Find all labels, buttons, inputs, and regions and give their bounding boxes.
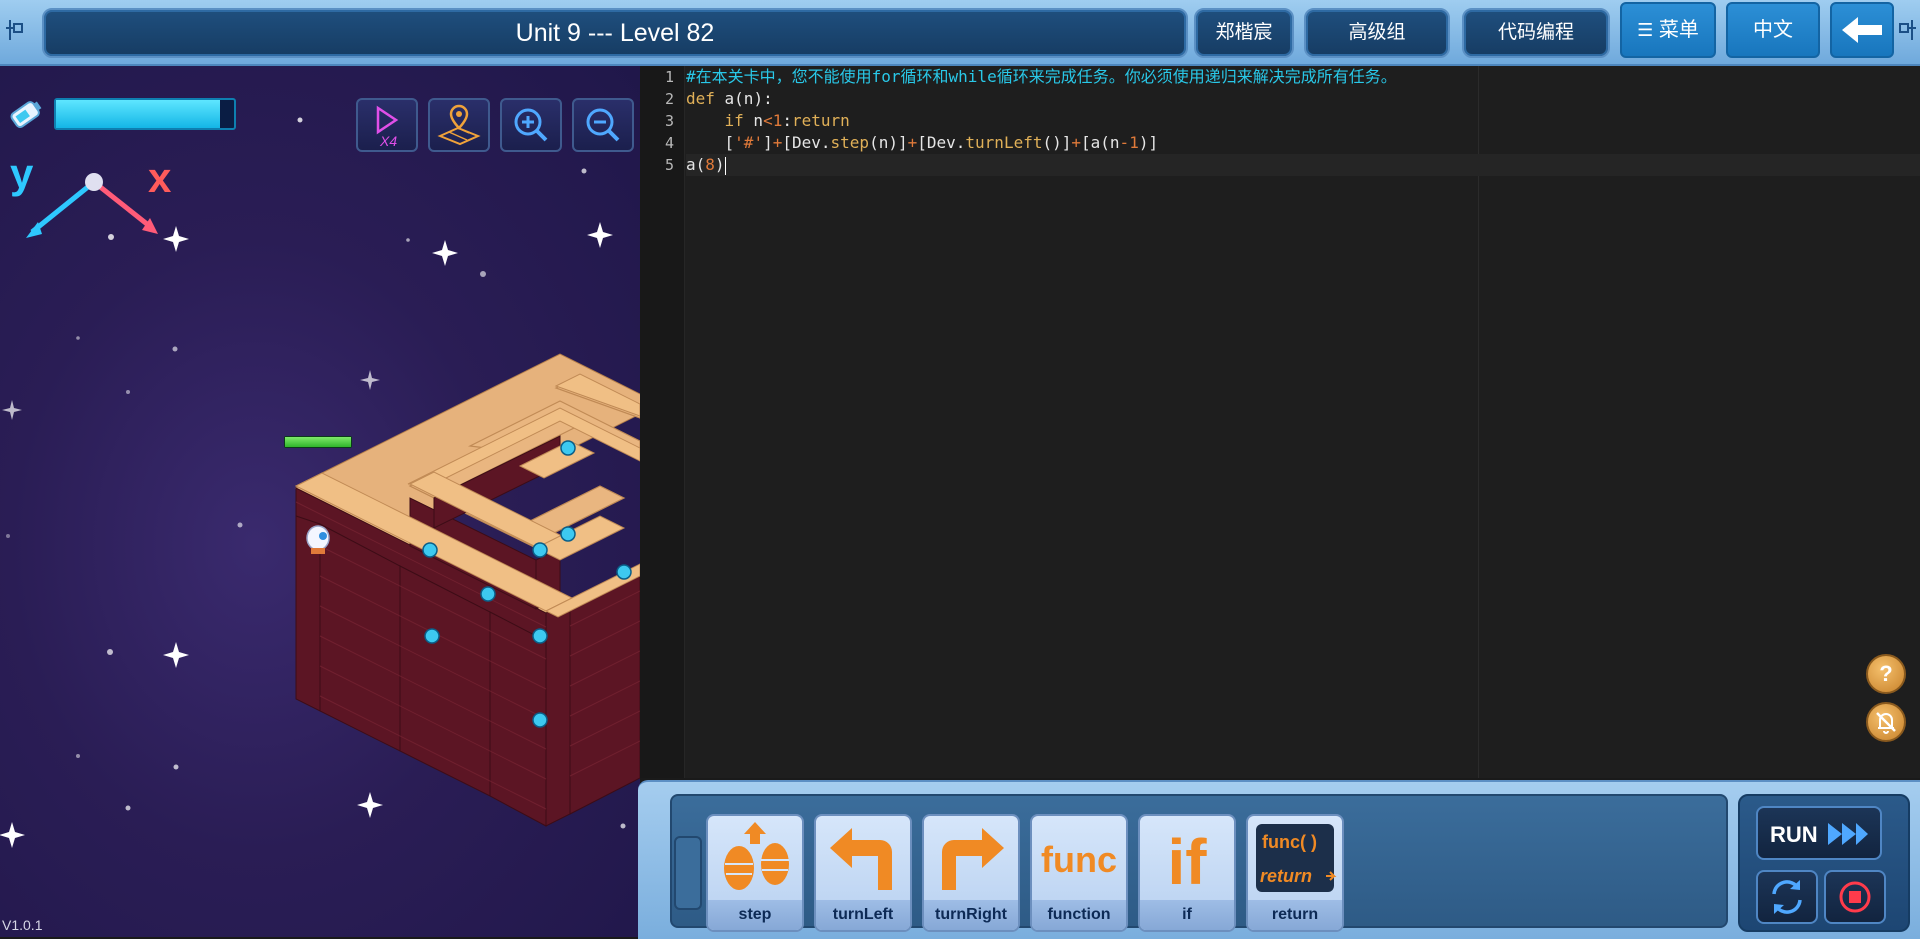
code-line[interactable]: if n<1:return (686, 110, 850, 132)
if-text-icon: if (1167, 826, 1207, 898)
help-button[interactable]: ? (1866, 654, 1906, 694)
mute-button[interactable] (1866, 702, 1906, 742)
code-line[interactable]: #在本关卡中，您不能使用for循环和while循环来完成任务。你必须使用递归来解… (686, 66, 1397, 88)
code-line[interactable]: ['#']+[Dev.step(n)]+[Dev.turnLeft()]+[a(… (686, 132, 1159, 154)
connector-icon (6, 20, 23, 40)
top-bar: Unit 9 --- Level 82 郑楷宸 高级组 代码编程 ☰ 菜单 中文 (0, 0, 1920, 66)
user-name-button[interactable]: 郑楷宸 (1194, 8, 1294, 58)
map-view-button[interactable] (428, 98, 490, 152)
list-icon: ☰ (1637, 20, 1654, 40)
line-number: 2 (664, 90, 674, 108)
block-label: if (1140, 900, 1234, 930)
axes-icon (26, 173, 158, 238)
block-label: step (708, 900, 802, 930)
speed-x4-button[interactable]: X4 (356, 98, 418, 152)
block-turn-right[interactable]: turnRight (922, 814, 1020, 932)
line-number: 1 (664, 68, 674, 86)
block-if[interactable]: if if (1138, 814, 1236, 932)
run-button[interactable]: RUN (1756, 806, 1882, 860)
step-icon (724, 822, 789, 890)
svg-text:func: func (1041, 839, 1117, 880)
func-return-icon: func( ) return (1256, 824, 1337, 892)
level-title: Unit 9 --- Level 82 (42, 8, 1188, 58)
block-toolbar: step turnLeft turnRight func function if… (638, 780, 1920, 939)
energy-bar-fill (56, 100, 220, 128)
block-function[interactable]: func function (1030, 814, 1128, 932)
svg-text:func( ): func( ) (1262, 832, 1317, 852)
run-label: RUN (1770, 822, 1818, 847)
menu-button[interactable]: ☰ 菜单 (1620, 2, 1716, 58)
code-editor[interactable]: 1 2 3 4 5 #在本关卡中，您不能使用for循环和while循环来完成任务… (640, 66, 1920, 778)
code-line[interactable]: def a(n): (686, 88, 773, 110)
run-controls: RUN (1738, 794, 1910, 932)
zoom-out-button[interactable] (572, 98, 634, 152)
line-number: 3 (664, 112, 674, 130)
zoom-out-icon (586, 108, 620, 142)
play-speed-icon: X4 (376, 105, 399, 149)
stop-button[interactable] (1824, 870, 1886, 924)
menu-label: 菜单 (1658, 19, 1699, 41)
block-label: turnLeft (816, 900, 910, 930)
func-text-icon: func (1041, 839, 1117, 880)
back-button[interactable] (1830, 2, 1894, 58)
block-label: turnRight (924, 900, 1018, 930)
robot-health-fill (285, 437, 351, 447)
energy-bar (54, 98, 236, 130)
turn-left-arrow-icon (830, 828, 892, 890)
tray-collapse-handle[interactable] (674, 836, 702, 910)
block-label: return (1248, 900, 1342, 930)
text-cursor (724, 156, 726, 175)
mode-button[interactable]: 代码编程 (1462, 8, 1610, 58)
stop-icon (1839, 881, 1871, 913)
zoom-in-button[interactable] (500, 98, 562, 152)
line-number: 5 (664, 156, 674, 174)
reset-button[interactable] (1756, 870, 1818, 924)
svg-text:return: return (1260, 866, 1312, 886)
connector-icon-right (1899, 20, 1916, 40)
svg-text:X4: X4 (379, 133, 397, 149)
group-button[interactable]: 高级组 (1304, 8, 1450, 58)
svg-text:if: if (1167, 826, 1207, 898)
game-viewport[interactable]: X4 y x V1.0.1 (0, 66, 640, 937)
block-tray: step turnLeft turnRight func function if… (670, 794, 1728, 932)
line-number: 4 (664, 134, 674, 152)
code-line-current[interactable]: a(8) (686, 154, 1920, 176)
version-label: V1.0.1 (2, 917, 43, 933)
robot-health-bar (284, 436, 352, 448)
battery-icon (10, 101, 42, 129)
language-button[interactable]: 中文 (1726, 2, 1820, 58)
block-step[interactable]: step (706, 814, 804, 932)
block-turn-left[interactable]: turnLeft (814, 814, 912, 932)
block-return[interactable]: func( ) return return (1246, 814, 1344, 932)
refresh-icon (1772, 880, 1802, 914)
bell-off-icon (1876, 712, 1896, 734)
question-icon: ? (1879, 661, 1893, 686)
turn-right-arrow-icon (942, 828, 1004, 890)
zoom-in-icon (514, 108, 548, 142)
map-pin-icon (437, 104, 481, 146)
fast-forward-icon (1828, 823, 1868, 845)
line-number-gutter: 1 2 3 4 5 (640, 66, 685, 778)
block-label: function (1032, 900, 1126, 930)
maze-blocks (294, 353, 640, 827)
back-arrow-icon (1842, 17, 1882, 43)
